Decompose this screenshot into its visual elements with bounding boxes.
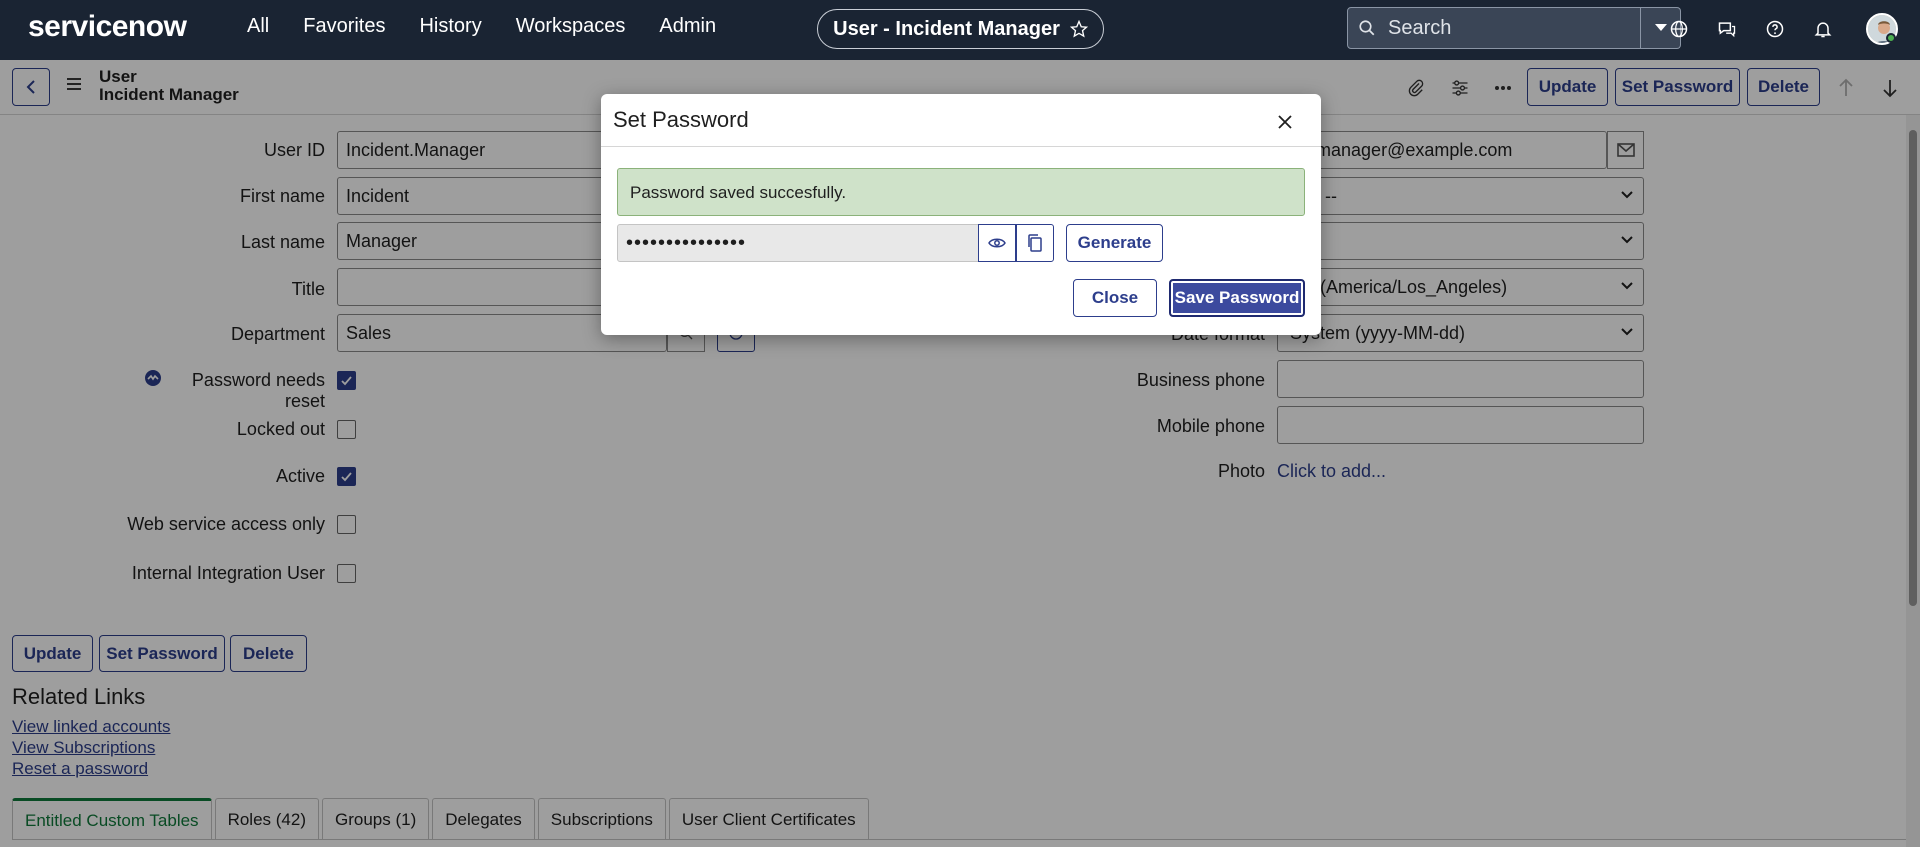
copy-icon (1028, 234, 1042, 252)
menu-admin[interactable]: Admin (659, 15, 716, 38)
set-password-dialog: Set Password Password saved succesfully.… (601, 94, 1321, 335)
eye-icon (988, 238, 1006, 248)
servicenow-logo[interactable]: servicenow (28, 10, 187, 44)
star-icon[interactable] (1069, 20, 1088, 38)
dialog-divider (601, 146, 1321, 147)
menu-workspaces[interactable]: Workspaces (516, 15, 626, 38)
menu-history[interactable]: History (419, 15, 481, 38)
copy-password-button[interactable] (1016, 224, 1054, 262)
search-placeholder: Search (1388, 16, 1452, 39)
success-message: Password saved succesfully. (617, 168, 1305, 216)
close-icon[interactable] (1273, 110, 1297, 134)
menu-all[interactable]: All (247, 15, 269, 38)
chat-icon[interactable] (1714, 16, 1740, 42)
search-icon (1358, 19, 1376, 37)
notifications-bell-icon[interactable] (1810, 16, 1836, 42)
menu-favorites[interactable]: Favorites (303, 15, 385, 38)
top-navigation: servicenow All Favorites History Workspa… (0, 0, 1920, 60)
page-title-pill[interactable]: User - Incident Manager (817, 9, 1104, 49)
show-password-button[interactable] (978, 224, 1016, 262)
page-title: User - Incident Manager (833, 17, 1060, 40)
help-icon[interactable] (1762, 16, 1788, 42)
global-search-input[interactable]: Search (1347, 7, 1641, 49)
generate-password-button[interactable]: Generate (1066, 224, 1163, 262)
dialog-title: Set Password (613, 107, 749, 132)
presence-indicator (1886, 33, 1896, 43)
dialog-close-button[interactable]: Close (1073, 279, 1157, 317)
password-field[interactable]: ••••••••••••••• (617, 224, 979, 262)
save-password-button[interactable]: Save Password (1169, 279, 1305, 317)
globe-icon[interactable] (1666, 16, 1692, 42)
main-menu: All Favorites History Workspaces Admin (247, 15, 750, 38)
